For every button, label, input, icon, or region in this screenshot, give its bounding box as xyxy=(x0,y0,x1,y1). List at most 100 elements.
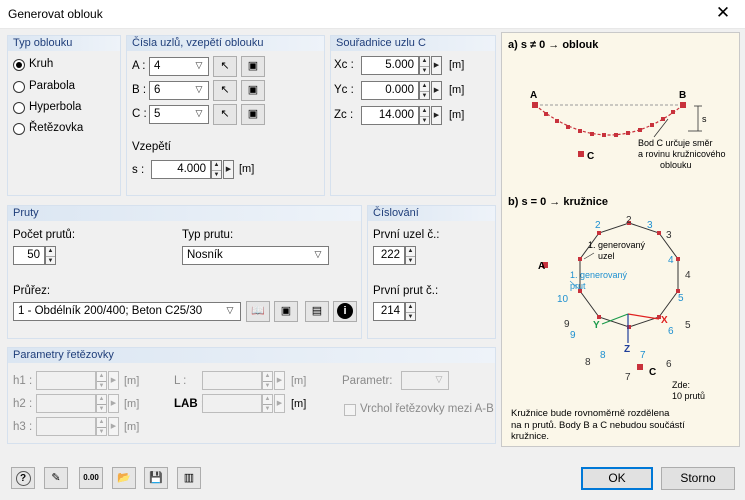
prurez-select[interactable]: 1 - Obdélník 200/400; Beton C25/30 xyxy=(13,302,241,321)
h1-unit: [m] xyxy=(124,375,140,387)
h2-menu-arrow[interactable]: ▶ xyxy=(108,394,119,413)
chevron-down-icon[interactable]: ▽ xyxy=(308,246,328,265)
lab-input[interactable] xyxy=(202,394,262,413)
zc-input[interactable]: 14.000 xyxy=(361,106,419,125)
h3-spinner[interactable]: ▲ ▼ xyxy=(96,417,107,436)
open-icon[interactable]: 📂 xyxy=(112,467,136,489)
h1-menu-arrow[interactable]: ▶ xyxy=(108,371,119,390)
yc-menu-arrow[interactable]: ▶ xyxy=(431,81,442,100)
h1-label: h1 : xyxy=(13,375,33,387)
chevron-down-icon[interactable]: ▽ xyxy=(220,302,240,321)
prvni-prut-label: První prut č.: xyxy=(373,285,439,297)
s-input[interactable]: 4.000 xyxy=(151,160,211,179)
xc-unit: [m] xyxy=(449,59,465,71)
window-title: Generovat oblouk xyxy=(8,7,103,21)
h1-spinner[interactable]: ▲ ▼ xyxy=(96,371,107,390)
node-number: 6 xyxy=(666,359,672,370)
yc-input[interactable]: 0.000 xyxy=(361,81,419,100)
l-unit: [m] xyxy=(291,375,307,387)
node-number: 5 xyxy=(685,320,691,331)
prvni-prut-input[interactable]: 214 xyxy=(373,302,405,321)
ok-button[interactable]: OK xyxy=(581,467,653,490)
pocet-spinner[interactable]: ▲ ▼ xyxy=(45,246,56,265)
yc-spinner[interactable]: ▲ ▼ xyxy=(419,81,430,100)
l-spinner[interactable]: ▲ ▼ xyxy=(262,371,273,390)
new-node-icon[interactable]: ▣ xyxy=(241,104,265,125)
h1-input[interactable] xyxy=(36,371,96,390)
lab-menu-arrow[interactable]: ▶ xyxy=(274,394,285,413)
z-axis-label: Z xyxy=(624,344,631,355)
chevron-down-icon[interactable]: ▽ xyxy=(189,57,209,76)
h3-menu-arrow[interactable]: ▶ xyxy=(108,417,119,436)
new-section-icon[interactable]: ▣ xyxy=(274,301,298,322)
chevron-down-icon[interactable]: ▽ xyxy=(189,81,209,100)
node-number: 9 xyxy=(564,319,570,330)
xc-menu-arrow[interactable]: ▶ xyxy=(431,56,442,75)
s-label: s : xyxy=(132,164,145,176)
lab-spinner[interactable]: ▲ ▼ xyxy=(262,394,273,413)
h2-spinner[interactable]: ▲ ▼ xyxy=(96,394,107,413)
member-number: 5 xyxy=(678,293,684,304)
member-number: 3 xyxy=(647,220,653,231)
member-number: 7 xyxy=(640,350,646,361)
chevron-down-icon[interactable]: ▽ xyxy=(429,371,449,390)
member-number: 8 xyxy=(600,350,606,361)
new-node-icon[interactable]: ▣ xyxy=(241,56,265,77)
zc-menu-arrow[interactable]: ▶ xyxy=(431,106,442,125)
xc-input[interactable]: 5.000 xyxy=(361,56,419,75)
zde-label: Zde: 10 prutů xyxy=(672,380,706,401)
pick-node-icon[interactable]: ↖ xyxy=(213,104,237,125)
edit-section-icon[interactable]: ▤ xyxy=(305,301,329,322)
node-number: 3 xyxy=(666,230,672,241)
help-icon[interactable]: ? xyxy=(11,467,35,489)
info-icon[interactable]: i xyxy=(333,301,357,322)
cancel-button[interactable]: Storno xyxy=(661,467,735,490)
h2-input[interactable] xyxy=(36,394,96,413)
edit-icon[interactable]: ✎ xyxy=(44,467,68,489)
prvni-uzel-spinner[interactable]: ▲ ▼ xyxy=(405,246,416,265)
title-bar: Generovat oblouk ✕ xyxy=(0,0,745,29)
node-number: 2 xyxy=(626,215,632,226)
h2-label: h2 : xyxy=(13,398,33,410)
group-cislovani: Číslování První uzel č.: 222 ▲ ▼ První pr… xyxy=(367,205,496,339)
save-icon[interactable]: 💾 xyxy=(144,467,168,489)
radio-retezovka[interactable] xyxy=(13,123,25,135)
radio-parabola[interactable] xyxy=(13,81,25,93)
radio-kruh[interactable] xyxy=(13,59,25,71)
member-number: 10 xyxy=(557,294,569,305)
xc-label: Xc : xyxy=(334,59,354,71)
units-icon[interactable]: 0.00 xyxy=(79,467,103,489)
s-menu-arrow[interactable]: ▶ xyxy=(223,160,234,179)
prvni-uzel-label: První uzel č.: xyxy=(373,229,440,241)
l-menu-arrow[interactable]: ▶ xyxy=(274,371,285,390)
s-spinner[interactable]: ▲ ▼ xyxy=(211,160,222,179)
pick-node-icon[interactable]: ↖ xyxy=(213,56,237,77)
group-header: Číslování xyxy=(373,207,419,219)
group-cisla-uzlu: Čísla uzlů, vzepětí oblouku A : 4 ▽ ↖ ▣ … xyxy=(126,35,325,196)
y-axis-label: Y xyxy=(593,320,600,331)
l-input[interactable] xyxy=(202,371,262,390)
vrchol-checkbox[interactable] xyxy=(344,404,356,416)
h3-input[interactable] xyxy=(36,417,96,436)
xc-spinner[interactable]: ▲ ▼ xyxy=(419,56,430,75)
library-icon[interactable]: 📖 xyxy=(246,301,270,322)
member-gen-label: 1. generovaný prut xyxy=(570,270,628,291)
close-icon[interactable]: ✕ xyxy=(713,3,733,23)
pocet-input[interactable]: 50 xyxy=(13,246,45,265)
pick-node-icon[interactable]: ↖ xyxy=(213,80,237,101)
circle-point-c: C xyxy=(649,367,657,378)
chevron-down-icon[interactable]: ▽ xyxy=(189,105,209,124)
node-c-label: C : xyxy=(132,108,147,120)
zc-spinner[interactable]: ▲ ▼ xyxy=(419,106,430,125)
typ-prutu-select[interactable]: Nosník xyxy=(182,246,329,265)
new-node-icon[interactable]: ▣ xyxy=(241,80,265,101)
vzepeti-label: Vzepětí xyxy=(132,141,171,153)
prvni-prut-spinner[interactable]: ▲ ▼ xyxy=(405,302,416,321)
library-icon[interactable]: ▥ xyxy=(177,467,201,489)
node-b-label: B : xyxy=(132,84,147,96)
pocet-label: Počet prutů: xyxy=(13,229,76,241)
prvni-uzel-input[interactable]: 222 xyxy=(373,246,405,265)
radio-hyperbola[interactable] xyxy=(13,102,25,114)
group-header: Typ oblouku xyxy=(13,37,73,49)
parametr-label: Parametr: xyxy=(342,375,393,387)
